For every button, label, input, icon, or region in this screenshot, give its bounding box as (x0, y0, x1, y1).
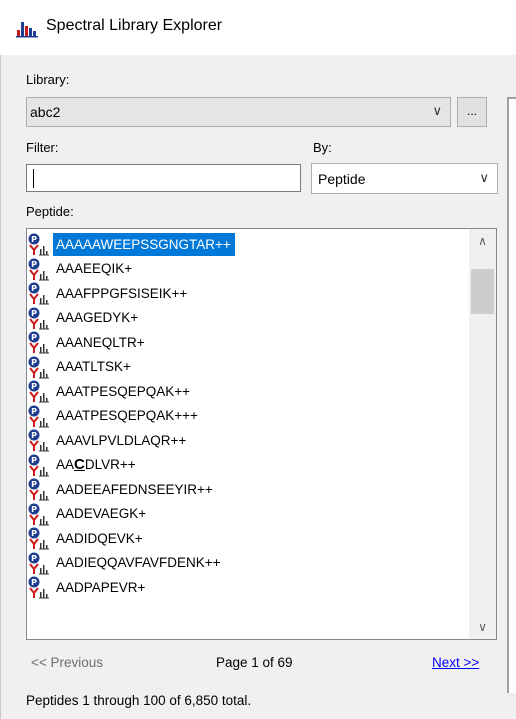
svg-text:P: P (31, 260, 37, 269)
peptide-list-item[interactable]: P AAAEEQIK+ (27, 257, 469, 282)
spectral-library-icon (16, 22, 38, 38)
modified-residue: C (74, 456, 85, 474)
peptide-list-item[interactable]: P AAATPESQEPQAK++ (27, 379, 469, 404)
peptide-sequence: AAATPESQEPQAK++ (56, 383, 191, 399)
svg-text:P: P (31, 554, 37, 563)
peptide-list-label: Peptide: (26, 204, 74, 219)
page-indicator: Page 1 of 69 (216, 655, 293, 670)
svg-text:P: P (31, 358, 37, 367)
peptide-sequence: AAATPESQEPQAK+++ (56, 408, 198, 424)
svg-text:P: P (31, 431, 37, 440)
svg-text:P: P (31, 407, 37, 416)
chevron-down-icon: ∨ (479, 170, 489, 185)
scroll-down-arrow-icon[interactable]: ∨ (469, 615, 496, 639)
svg-text:P: P (31, 505, 37, 514)
by-label: By: (313, 140, 332, 155)
peptide-list-item[interactable]: P AADEVAEGK+ (27, 502, 469, 527)
peptide-sequence: AAAAAWEEPSSGNGTAR++ (53, 232, 235, 256)
previous-page-link[interactable]: << Previous (31, 655, 103, 670)
scroll-up-arrow-icon[interactable]: ∧ (469, 229, 496, 253)
filter-by-selected-value: Peptide (318, 171, 366, 187)
peptide-sequence: AAAGEDYK+ (56, 310, 139, 326)
peptide-icon: P (27, 453, 53, 477)
peptide-icon: P (27, 526, 53, 550)
peptide-list-item[interactable]: P AADEEAFEDNSEEYIR++ (27, 477, 469, 502)
peptide-sequence: AADIDQEVK+ (56, 530, 143, 546)
browse-library-button[interactable]: ... (457, 97, 487, 127)
peptide-list-item[interactable]: P AAAFPPGFSISEIK++ (27, 281, 469, 306)
peptide-icon: P (27, 232, 53, 256)
peptide-list-item[interactable]: P AAATLTSK+ (27, 355, 469, 380)
library-selected-value: abc2 (30, 104, 61, 120)
title-bar: Spectral Library Explorer (0, 0, 516, 55)
svg-text:P: P (31, 309, 37, 318)
peptide-list-item[interactable]: P AAAAAWEEPSSGNGTAR++ (27, 232, 469, 257)
window-title: Spectral Library Explorer (46, 17, 223, 34)
peptide-list-items: P AAAAAWEEPSSGNGTAR++ P AAAEEQIK+ P AAAFPPGFS… (27, 232, 469, 600)
peptide-listbox[interactable]: P AAAAAWEEPSSGNGTAR++ P AAAEEQIK+ P AAAFPPGFS… (26, 228, 497, 640)
svg-text:P: P (31, 284, 37, 293)
peptide-sequence: AAAFPPGFSISEIK++ (56, 285, 188, 301)
peptide-icon: P (27, 404, 53, 428)
svg-text:P: P (31, 529, 37, 538)
peptide-list-item[interactable]: P AAATPESQEPQAK+++ (27, 404, 469, 429)
peptide-icon: P (27, 379, 53, 403)
svg-text:P: P (31, 235, 37, 244)
vertical-scrollbar[interactable]: ∧ ∨ (469, 229, 496, 639)
svg-text:P: P (31, 456, 37, 465)
peptide-icon: P (27, 306, 53, 330)
peptide-icon: P (27, 502, 53, 526)
peptide-icon: P (27, 428, 53, 452)
peptide-sequence: AACDLVR++ (56, 456, 136, 474)
filter-by-combobox[interactable]: Peptide ∨ (311, 163, 498, 194)
peptide-list-item[interactable]: P AAAVLPVLDLAQR++ (27, 428, 469, 453)
peptide-icon: P (27, 477, 53, 501)
peptide-icon: P (27, 355, 53, 379)
chevron-down-icon: ∨ (432, 103, 442, 118)
library-label: Library: (26, 72, 70, 87)
peptide-list-item[interactable]: P AACDLVR++ (27, 453, 469, 478)
scrollbar-thumb[interactable] (471, 269, 494, 314)
peptide-list-item[interactable]: P AADIEQQAVFAVFDENK++ (27, 551, 469, 576)
peptide-icon: P (27, 257, 53, 281)
peptide-list-item[interactable]: P AADIDQEVK+ (27, 526, 469, 551)
peptide-sequence: AADEVAEGK+ (56, 506, 147, 522)
peptide-icon: P (27, 330, 53, 354)
status-text: Peptides 1 through 100 of 6,850 total. (26, 693, 252, 708)
peptide-list-item[interactable]: P AAANEQLTR+ (27, 330, 469, 355)
next-page-link[interactable]: Next >> (432, 655, 479, 670)
svg-text:P: P (31, 333, 37, 342)
peptide-list-item[interactable]: P AAAGEDYK+ (27, 306, 469, 331)
peptide-sequence: AAANEQLTR+ (56, 334, 145, 350)
peptide-sequence: AAAVLPVLDLAQR++ (56, 432, 187, 448)
peptide-list-item[interactable]: P AADPAPEVR+ (27, 575, 469, 600)
filter-input[interactable] (26, 164, 301, 192)
peptide-icon: P (27, 575, 53, 599)
peptide-sequence: AADIEQQAVFAVFDENK++ (56, 555, 221, 571)
peptide-sequence: AAATLTSK+ (56, 359, 131, 375)
peptide-sequence: AAAEEQIK+ (56, 261, 133, 277)
peptide-icon: P (27, 281, 53, 305)
details-panel-edge (507, 97, 516, 693)
peptide-sequence: AADEEAFEDNSEEYIR++ (56, 481, 213, 497)
peptide-sequence: AADPAPEVR+ (56, 579, 146, 595)
svg-text:P: P (31, 578, 37, 587)
library-combobox[interactable]: abc2 ∨ (26, 97, 451, 127)
svg-text:P: P (31, 382, 37, 391)
svg-text:P: P (31, 480, 37, 489)
text-caret (33, 169, 34, 188)
peptide-icon: P (27, 551, 53, 575)
filter-label: Filter: (26, 140, 59, 155)
